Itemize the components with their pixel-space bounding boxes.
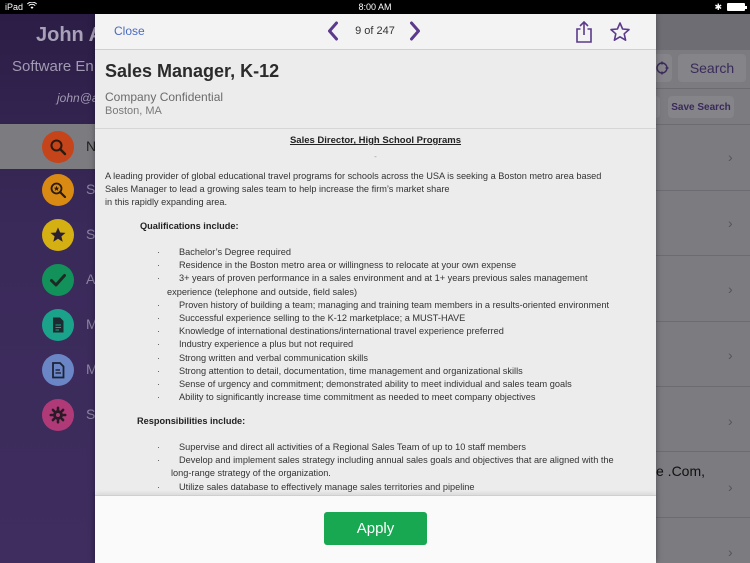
sidebar-item-label: S	[86, 406, 95, 422]
chevron-right-icon: ›	[728, 215, 733, 231]
modal-footer: Apply	[95, 495, 656, 563]
job-description[interactable]: Sales Director, High School Programs - A…	[95, 130, 656, 496]
background-results-list: Search Save Search › › › › › e .Com, › ›	[650, 14, 750, 563]
chevron-right-icon: ›	[728, 479, 733, 495]
screen: iPad 8:00 AM ✱ John A Software En john@a…	[0, 0, 750, 563]
job-counter: 9 of 247	[355, 25, 395, 37]
list-item: Successful experience selling to the K-1…	[157, 312, 637, 325]
user-role: Software En	[12, 58, 94, 75]
list-item: Sense of urgency and commitment; demonst…	[157, 378, 637, 391]
job-detail-modal: Close 9 of 247 Sales Manager, K-12 Compa…	[95, 14, 656, 563]
list-item: Supervise and direct all activities of a…	[157, 441, 647, 454]
responsibilities-list: Supervise and direct all activities of a…	[157, 441, 647, 494]
battery-icon	[727, 3, 747, 11]
next-job-button[interactable]	[409, 21, 421, 46]
qualifications-list: Bachelor’s Degree required Residence in …	[157, 246, 637, 405]
clock: 8:00 AM	[358, 2, 392, 12]
intro-line: in this rapidly expanding area.	[105, 197, 228, 208]
chevron-left-icon	[328, 21, 338, 41]
sidebar-item-applied[interactable]	[42, 264, 74, 296]
favorite-button[interactable]	[609, 21, 631, 48]
divider	[656, 190, 750, 191]
sidebar-item-new-search[interactable]	[42, 131, 74, 163]
job-header: Sales Manager, K-12 Company Confidential…	[95, 51, 656, 129]
divider	[656, 124, 750, 125]
saved-search-icon	[50, 182, 67, 199]
chevron-right-icon: ›	[728, 413, 733, 429]
star-icon	[50, 227, 66, 242]
divider	[656, 321, 750, 322]
resume-icon	[52, 362, 65, 379]
list-item: Develop and implement sales strategy inc…	[157, 454, 647, 467]
sidebar-item-label: S	[86, 226, 95, 242]
list-item: Proven history of building a team; manag…	[157, 299, 637, 312]
sidebar-item-label: M	[86, 361, 95, 377]
search-button[interactable]: Search	[678, 54, 746, 82]
intro-paragraph: A leading provider of global educational…	[105, 170, 645, 210]
job-title: Sales Manager, K-12	[105, 61, 280, 81]
wifi-icon	[26, 1, 38, 12]
search-icon	[50, 139, 67, 156]
company-name: Company Confidential	[105, 90, 224, 104]
sidebar-item-label: N	[86, 138, 95, 154]
divider	[656, 517, 750, 518]
list-item: Knowledge of international destinations/…	[157, 325, 637, 338]
result-row-text: e .Com,	[656, 463, 706, 479]
chevron-right-icon: ›	[728, 347, 733, 363]
chevron-right-icon	[410, 21, 420, 41]
sidebar-item-my-documents[interactable]	[42, 309, 74, 341]
list-item: Strong written and verbal communication …	[157, 352, 637, 365]
bluetooth-icon: ✱	[714, 1, 722, 12]
sidebar-item-settings[interactable]	[42, 399, 74, 431]
divider	[656, 386, 750, 387]
chevron-right-icon: ›	[728, 281, 733, 297]
list-item-continuation: experience (telephone and outside, field…	[167, 286, 357, 297]
list-item: Utilize sales database to effectively ma…	[157, 481, 647, 494]
sidebar-item-label: S	[86, 181, 95, 197]
share-button[interactable]	[574, 20, 594, 49]
job-location: Boston, MA	[105, 105, 162, 117]
user-email: john@a	[57, 91, 95, 105]
list-item: Strong attention to detail, documentatio…	[157, 365, 637, 378]
list-item: 3+ years of proven performance in a sale…	[157, 272, 637, 285]
checkmark-icon	[50, 274, 66, 287]
share-icon	[576, 20, 592, 43]
star-outline-icon	[610, 22, 630, 41]
list-item: Ability to significantly increase time c…	[157, 391, 637, 404]
chevron-right-icon: ›	[728, 149, 733, 165]
previous-job-button[interactable]	[327, 21, 339, 46]
sidebar-item-my-resumes[interactable]	[42, 354, 74, 386]
apply-button[interactable]: Apply	[324, 512, 427, 545]
intro-line: A leading provider of global educational…	[105, 171, 602, 181]
close-button[interactable]: Close	[114, 24, 145, 38]
device-label: iPad	[5, 2, 24, 12]
list-item: Industry experience a plus but not requi…	[157, 338, 637, 351]
list-item-continuation: long-range strategy of the organization.	[171, 468, 331, 479]
modal-nav-bar: Close 9 of 247	[95, 14, 656, 50]
qualifications-title: Qualifications include:	[140, 221, 239, 231]
status-bar: iPad 8:00 AM ✱	[0, 0, 750, 14]
sidebar-item-saved-jobs[interactable]	[42, 219, 74, 251]
document-icon	[53, 317, 64, 333]
sidebar-item-label: A	[86, 271, 95, 287]
sidebar-item-label: M	[86, 316, 95, 332]
user-name: John A	[36, 24, 95, 46]
gear-icon	[49, 406, 67, 424]
divider	[656, 255, 750, 256]
list-item: Bachelor’s Degree required	[157, 246, 637, 259]
chevron-right-icon: ›	[728, 544, 733, 560]
save-search-button[interactable]: Save Search	[668, 96, 734, 118]
crosshair-icon	[656, 61, 669, 75]
description-heading: Sales Director, High School Programs	[289, 135, 462, 146]
list-item: Residence in the Boston metro area or wi…	[157, 259, 637, 272]
sidebar: John A Software En john@a N S S A M M	[0, 14, 95, 563]
separator-dash: -	[374, 152, 377, 161]
divider	[656, 88, 750, 89]
sidebar-item-saved-searches[interactable]	[42, 174, 74, 206]
intro-line: Sales Manager to lead a growing sales te…	[105, 184, 450, 195]
divider	[656, 451, 750, 452]
background-nav-bar	[656, 14, 750, 50]
responsibilities-title: Responsibilities include:	[137, 416, 246, 426]
